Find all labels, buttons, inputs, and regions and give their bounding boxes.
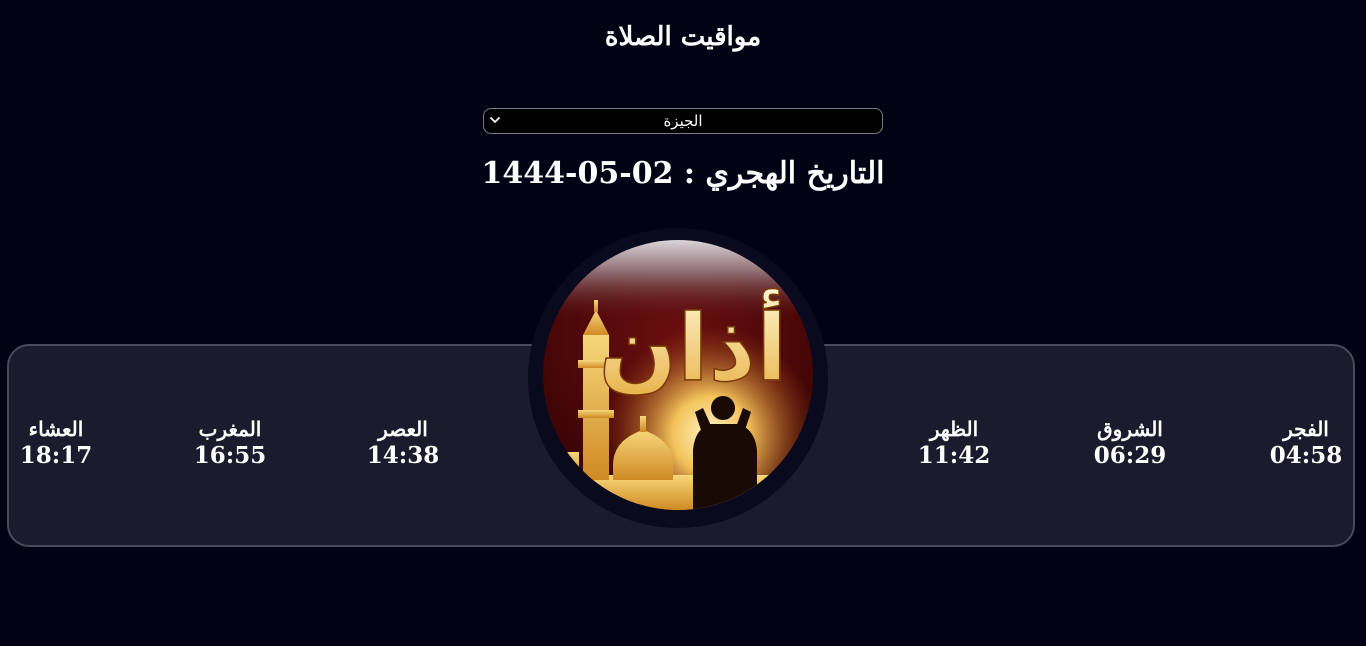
adhan-calligraphy: أذان [599, 288, 788, 402]
prayer-fajr: الفجر 04:58 [1246, 416, 1366, 470]
prayer-asr: العصر 14:38 [343, 416, 463, 470]
prayer-name: المغرب [198, 417, 262, 441]
page-title: مواقيت الصلاة [604, 22, 762, 52]
adhan-logo-art: أذان [543, 240, 813, 510]
hijri-date-label: التاريخ الهجري : [683, 156, 885, 191]
prayer-time: 16:55 [193, 442, 267, 469]
prayer-name: الظهر [929, 417, 979, 441]
prayer-time: 11:42 [917, 442, 991, 469]
hijri-date: التاريخ الهجري : 1444-05-02 [0, 154, 1366, 194]
prayer-name: الشروق [1097, 417, 1163, 441]
city-select[interactable]: الجيزة [483, 108, 883, 134]
prayer-time: 04:58 [1269, 442, 1343, 469]
prayer-name: الفجر [1283, 417, 1329, 441]
prayer-times-page: مواقيت الصلاة الجيزة التاريخ الهجري : 14… [0, 0, 1366, 646]
prayer-name: العصر [378, 417, 428, 441]
prayer-isha: العشاء 18:17 [0, 416, 116, 470]
prayer-time: 14:38 [366, 442, 440, 469]
hijri-date-value: 1444-05-02 [481, 156, 674, 191]
prayer-dhuhr: الظهر 11:42 [894, 416, 1014, 470]
prayer-maghrib: المغرب 16:55 [170, 416, 290, 470]
prayer-name: العشاء [28, 417, 84, 441]
prayer-time: 06:29 [1093, 442, 1167, 469]
prayer-time: 18:17 [19, 442, 93, 469]
adhan-logo: أذان [543, 240, 813, 510]
city-select-wrapper[interactable]: الجيزة [483, 108, 883, 134]
prayer-sunrise: الشروق 06:29 [1070, 416, 1190, 470]
